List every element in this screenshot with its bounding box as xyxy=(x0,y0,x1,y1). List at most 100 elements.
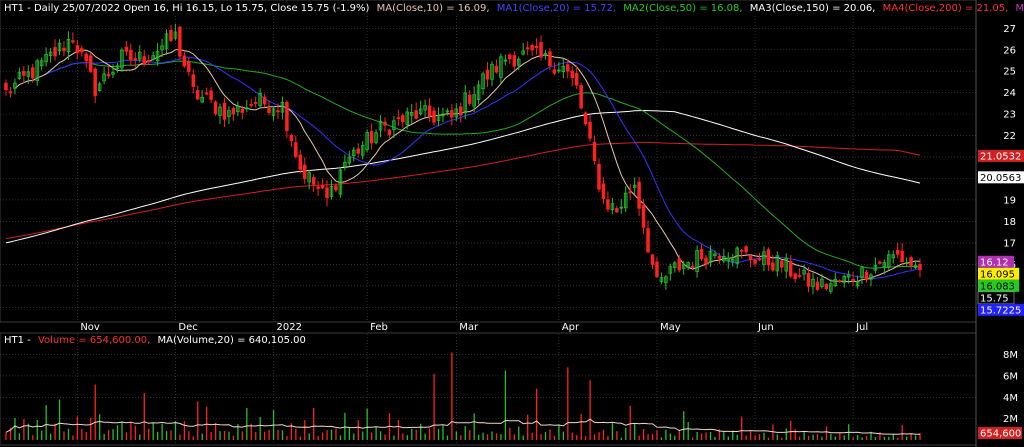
volume-bar xyxy=(807,435,810,440)
candle-body xyxy=(334,185,338,191)
volume-bar xyxy=(754,435,756,440)
volume-bar xyxy=(486,434,489,440)
volume-bar xyxy=(94,384,96,440)
date-label: May xyxy=(660,322,681,333)
volume-bar xyxy=(651,433,654,440)
volume-bar xyxy=(571,432,573,440)
candle-body xyxy=(766,249,771,266)
candle-body xyxy=(771,262,775,271)
volume-bar xyxy=(598,432,600,440)
volume-bar xyxy=(464,426,466,440)
volume-bar xyxy=(549,429,551,440)
volume-bar xyxy=(228,431,230,440)
volume-bar xyxy=(112,429,114,440)
candle-body xyxy=(574,72,579,86)
volume-bar xyxy=(406,435,408,440)
value-tag-label: 20.0563 xyxy=(980,173,1021,184)
volume-bar xyxy=(156,431,159,440)
candle-body xyxy=(739,249,744,252)
volume-bar xyxy=(326,430,328,440)
volume-bar xyxy=(232,435,235,440)
volume-bar xyxy=(585,436,587,440)
candle-body xyxy=(753,259,757,264)
volume-bar xyxy=(206,406,208,440)
legend-ma150: MA3(Close,150) = 20.06, xyxy=(750,3,876,14)
candle-body xyxy=(31,67,35,79)
candle-body xyxy=(191,74,195,87)
volume-bar xyxy=(116,425,119,440)
candle-body xyxy=(311,177,316,185)
volume-bar xyxy=(313,407,315,440)
value-tag-label: 15.75 xyxy=(980,293,1009,304)
volume-bar xyxy=(304,420,306,440)
volume-bar xyxy=(183,421,186,440)
candle-body xyxy=(213,101,218,114)
volume-bar xyxy=(495,433,498,440)
candle-body xyxy=(601,183,606,200)
volume-bar xyxy=(344,412,346,440)
candle-body xyxy=(606,199,610,210)
volume-bar xyxy=(656,430,658,440)
candle-body xyxy=(387,129,392,136)
volume-bar xyxy=(830,433,832,440)
volume-bar xyxy=(411,428,413,440)
candle-body xyxy=(93,68,97,97)
volume-bar xyxy=(660,437,663,440)
volume-bar xyxy=(384,434,386,440)
volume-bar xyxy=(562,431,565,440)
candle-body xyxy=(325,187,329,199)
volume-bar xyxy=(353,433,355,440)
candle-body xyxy=(22,71,26,76)
volume-bar xyxy=(727,436,729,440)
candle-body xyxy=(427,105,432,117)
volume-bar xyxy=(54,423,56,440)
candle-body xyxy=(129,49,133,61)
legend-ma5: MA5(Close,5) = 16.12 xyxy=(1016,3,1024,14)
candle-body xyxy=(744,246,748,253)
volume-bar xyxy=(143,393,145,440)
volume-bar xyxy=(197,401,199,440)
candle-body xyxy=(195,90,200,100)
volume-bar xyxy=(58,399,61,440)
volume-bar xyxy=(593,434,596,440)
vol-legend-ma: MA(Volume,20) = 640,105.00 xyxy=(158,335,306,346)
volume-bar xyxy=(357,420,359,440)
volume-bar xyxy=(794,429,796,440)
volume-bar xyxy=(339,435,342,440)
candle-body xyxy=(637,181,641,209)
volume-bar xyxy=(99,414,101,440)
volume-bar xyxy=(299,436,301,440)
candle-body xyxy=(320,185,325,189)
candle-body xyxy=(124,46,129,52)
volume-bar xyxy=(415,429,417,440)
value-tag-label: 16.12 xyxy=(980,257,1009,268)
volume-bar xyxy=(67,428,70,440)
volume-bar xyxy=(785,428,787,440)
candle-body xyxy=(838,280,842,282)
vol-legend-volume: Volume = 654,600.00, xyxy=(38,335,150,346)
volume-bar xyxy=(397,419,400,440)
volume-bar xyxy=(348,427,351,440)
candle-body xyxy=(289,134,294,142)
candle-body xyxy=(276,110,280,113)
volume-bar xyxy=(540,433,542,440)
volume-bar xyxy=(85,431,87,440)
volume-bar xyxy=(500,434,502,440)
candle-body xyxy=(552,69,557,74)
candle-body xyxy=(757,258,762,261)
ma150-line xyxy=(5,109,921,244)
candle-body xyxy=(240,108,245,113)
candle-body xyxy=(62,47,66,52)
volume-bar xyxy=(81,428,83,440)
volume-bar xyxy=(535,388,538,440)
volume-bar xyxy=(861,437,863,440)
candle-body xyxy=(628,191,632,194)
legend-ma20: MA1(Close,20) = 15.72, xyxy=(497,3,616,14)
candle-body xyxy=(80,48,84,53)
volume-bar xyxy=(139,434,141,440)
volume-bar xyxy=(36,419,38,440)
candle-body xyxy=(4,82,8,91)
candle-body xyxy=(592,141,597,162)
volume-bar xyxy=(509,427,511,440)
volume-bars xyxy=(5,352,921,440)
